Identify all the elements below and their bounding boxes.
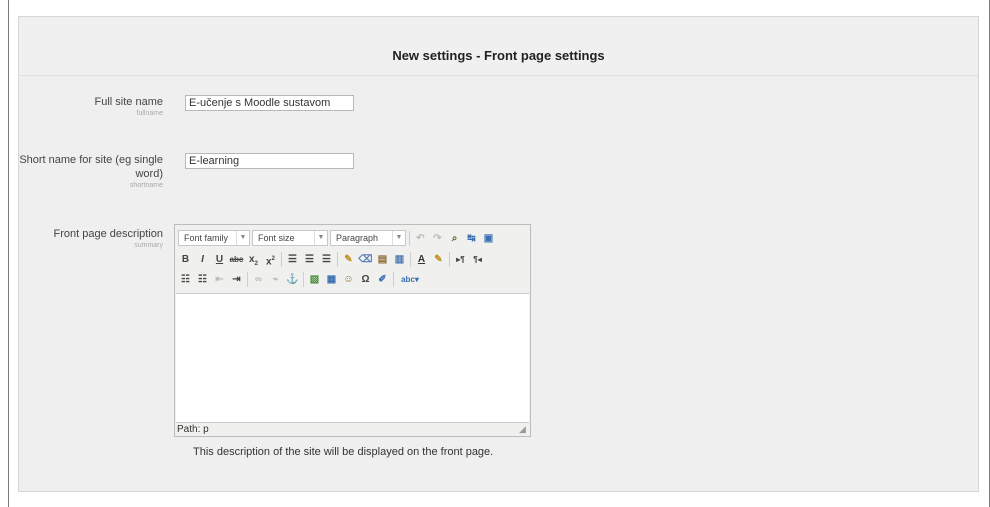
shortname-input[interactable]: [185, 153, 354, 169]
fullname-input[interactable]: [185, 95, 354, 111]
paste-text-icon[interactable]: ▤: [375, 252, 390, 267]
toolbar-divider: [303, 271, 304, 287]
panel-header: New settings - Front page settings: [19, 17, 978, 76]
indent-icon[interactable]: ⇥: [229, 272, 244, 287]
fullscreen-icon[interactable]: ▣: [481, 231, 496, 246]
fullname-label-text: Full site name: [94, 96, 163, 108]
format-value: Paragraph: [336, 233, 379, 243]
align-right-icon[interactable]: ☰: [319, 252, 334, 267]
summary-label: Front page description summary: [16, 227, 163, 250]
special-char-icon[interactable]: Ω: [358, 272, 373, 287]
find-icon[interactable]: ⌕: [447, 231, 462, 246]
toolbar-row-1: Font family ▼ Font size ▼ Paragraph ▼ ↶ …: [178, 229, 498, 247]
toolbar-divider: [247, 271, 248, 287]
toolbar-divider: [409, 230, 410, 246]
edit-html-icon[interactable]: ✐: [375, 272, 390, 287]
undo-icon[interactable]: ↶: [413, 231, 428, 246]
outdent-icon[interactable]: ⇤: [212, 272, 227, 287]
bullet-list-icon[interactable]: ☷: [178, 272, 193, 287]
rich-text-editor: Font family ▼ Font size ▼ Paragraph ▼ ↶ …: [174, 224, 531, 437]
remove-format-icon[interactable]: ⌫: [358, 252, 373, 267]
align-left-icon[interactable]: ☰: [285, 252, 300, 267]
italic-icon[interactable]: I: [195, 252, 210, 267]
panel-title: New settings - Front page settings: [392, 48, 605, 63]
fullname-key: fullname: [136, 110, 163, 117]
chevron-down-icon: ▼: [236, 231, 249, 245]
unlink-icon[interactable]: ⌁: [268, 272, 283, 287]
summary-label-text: Front page description: [53, 228, 163, 240]
editor-content-area[interactable]: [176, 293, 529, 423]
toolbar-row-2: B I U abc x2 x2 ☰ ☰ ☰ ✎ ⌫ ▤ ▥ A ✎ ▸¶ ¶◂: [178, 250, 487, 268]
shortname-label-text: Short name for site (eg single word): [19, 154, 163, 180]
resize-handle-icon[interactable]: ◢: [519, 425, 528, 434]
text-color-icon[interactable]: A: [414, 252, 429, 267]
format-select[interactable]: Paragraph ▼: [330, 230, 406, 246]
fullname-label: Full site name fullname: [16, 95, 163, 118]
font-family-value: Font family: [184, 233, 229, 243]
paste-word-icon[interactable]: ▥: [392, 252, 407, 267]
toolbar-divider: [337, 251, 338, 267]
font-family-select[interactable]: Font family ▼: [178, 230, 250, 246]
superscript-icon[interactable]: x2: [263, 252, 278, 267]
summary-key: summary: [134, 242, 163, 249]
numbered-list-icon[interactable]: ☷: [195, 272, 210, 287]
font-size-value: Font size: [258, 233, 295, 243]
subscript-icon[interactable]: x2: [246, 252, 261, 267]
strikethrough-icon[interactable]: abc: [229, 252, 244, 267]
font-size-select[interactable]: Font size ▼: [252, 230, 328, 246]
redo-icon[interactable]: ↷: [430, 231, 445, 246]
emoticons-icon[interactable]: ☺: [341, 272, 356, 287]
rtl-icon[interactable]: ¶◂: [470, 252, 485, 267]
chevron-down-icon: ▼: [314, 231, 327, 245]
toolbar-divider: [449, 251, 450, 267]
toolbar-divider: [281, 251, 282, 267]
bold-icon[interactable]: B: [178, 252, 193, 267]
shortname-key: shortname: [129, 182, 163, 189]
editor-path: Path: p: [177, 424, 209, 435]
clean-up-icon[interactable]: ✎: [341, 252, 356, 267]
replace-icon[interactable]: ↹: [464, 231, 479, 246]
spellcheck-icon[interactable]: abc▾: [397, 272, 423, 287]
image-icon[interactable]: ▧: [307, 272, 322, 287]
ltr-icon[interactable]: ▸¶: [453, 252, 468, 267]
chevron-down-icon: ▼: [392, 231, 405, 245]
background-color-icon[interactable]: ✎: [431, 252, 446, 267]
summary-help-text: This description of the site will be dis…: [193, 446, 494, 458]
anchor-icon[interactable]: ⚓: [285, 272, 300, 287]
align-center-icon[interactable]: ☰: [302, 252, 317, 267]
underline-icon[interactable]: U: [212, 252, 227, 267]
shortname-label: Short name for site (eg single word) sho…: [16, 153, 163, 190]
toolbar-divider: [410, 251, 411, 267]
toolbar-row-3: ☷ ☷ ⇤ ⇥ ∞ ⌁ ⚓ ▧ ▦ ☺ Ω ✐ abc▾: [178, 270, 425, 288]
toolbar-divider: [393, 271, 394, 287]
link-icon[interactable]: ∞: [251, 272, 266, 287]
media-icon[interactable]: ▦: [324, 272, 339, 287]
